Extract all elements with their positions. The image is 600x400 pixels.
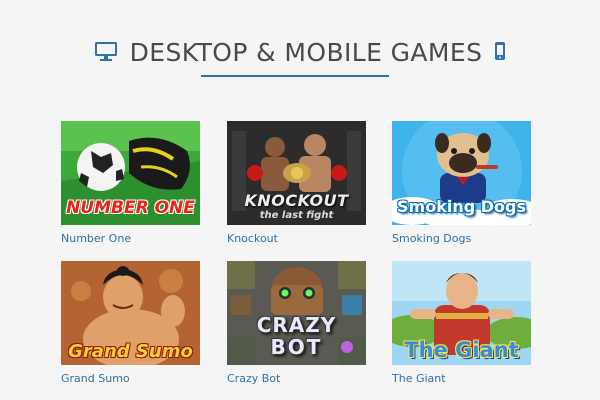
mobile-phone-icon	[494, 41, 506, 65]
game-link-number-one[interactable]: Number One	[61, 232, 200, 246]
game-card-the-giant[interactable]: The Giant The Giant	[392, 261, 531, 386]
game-thumbnail-knockout[interactable]: KNOCKOUT the last fight	[227, 121, 366, 225]
thumbnail-title: NUMBER ONE	[66, 198, 195, 218]
game-thumbnail-number-one[interactable]: NUMBER ONE	[61, 121, 200, 225]
game-card-knockout[interactable]: KNOCKOUT the last fight Knockout	[227, 121, 366, 246]
heading-underline	[201, 75, 389, 77]
thumbnail-title: CRAZY	[256, 313, 337, 337]
desktop-monitor-icon	[94, 41, 118, 65]
game-card-number-one[interactable]: NUMBER ONE Number One	[61, 121, 200, 246]
game-link-the-giant[interactable]: The Giant	[392, 372, 531, 386]
game-link-knockout[interactable]: Knockout	[227, 232, 366, 246]
thumbnail-title: Grand Sumo	[68, 341, 193, 362]
thumbnail-title: The Giant	[404, 338, 519, 362]
game-link-smoking-dogs[interactable]: Smoking Dogs	[392, 232, 531, 246]
game-thumbnail-smoking-dogs[interactable]: Smoking Dogs	[392, 121, 531, 225]
thumbnail-subtitle: BOT	[270, 335, 323, 359]
game-thumbnail-grand-sumo[interactable]: Grand Sumo	[61, 261, 200, 365]
game-card-grand-sumo[interactable]: Grand Sumo Grand Sumo	[61, 261, 200, 386]
game-thumbnail-the-giant[interactable]: The Giant	[392, 261, 531, 365]
game-thumbnail-crazy-bot[interactable]: CRAZY BOT	[227, 261, 366, 365]
game-card-smoking-dogs[interactable]: Smoking Dogs Smoking Dogs	[392, 121, 531, 246]
game-link-crazy-bot[interactable]: Crazy Bot	[227, 372, 366, 386]
game-link-grand-sumo[interactable]: Grand Sumo	[61, 372, 200, 386]
thumbnail-subtitle: the last fight	[259, 210, 334, 221]
thumbnail-title: Smoking Dogs	[397, 197, 526, 216]
section-heading: DESKTOP & MOBILE GAMES	[0, 38, 600, 67]
game-card-crazy-bot[interactable]: CRAZY BOT Crazy Bot	[227, 261, 366, 386]
section-title: DESKTOP & MOBILE GAMES	[129, 38, 483, 67]
thumbnail-title: KNOCKOUT	[244, 191, 349, 210]
